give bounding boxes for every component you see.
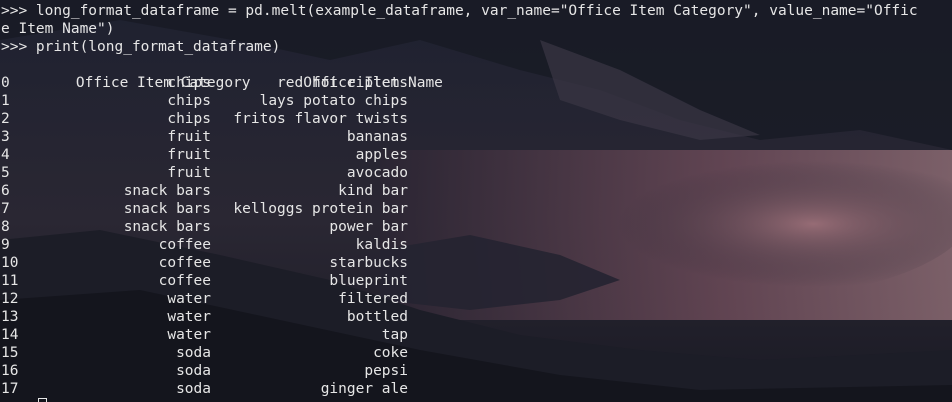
row-category: snack bars bbox=[123, 219, 211, 235]
row-index: 7 bbox=[1, 201, 10, 217]
terminal-output[interactable]: >>> long_format_dataframe = pd.melt(exam… bbox=[0, 0, 952, 402]
table-row: 17 soda ginger ale bbox=[1, 380, 408, 398]
row-index: 11 bbox=[1, 273, 19, 289]
row-name: kaldis bbox=[355, 237, 408, 253]
row-name: bananas bbox=[346, 129, 408, 145]
row-name: kelloggs protein bar bbox=[233, 201, 408, 217]
table-row: 14 water tap bbox=[1, 326, 408, 344]
row-index: 5 bbox=[1, 165, 10, 181]
row-index: 9 bbox=[1, 237, 10, 253]
row-index: 2 bbox=[1, 111, 10, 127]
table-row: 15 soda coke bbox=[1, 344, 408, 362]
row-name: lays potato chips bbox=[259, 93, 408, 109]
table-row: 6 snack bars kind bar bbox=[1, 182, 408, 200]
table-row: 4 fruit apples bbox=[1, 146, 408, 164]
row-category: coffee bbox=[158, 255, 211, 271]
row-name: blueprint bbox=[329, 273, 408, 289]
row-name: coke bbox=[373, 345, 408, 361]
command-line: >>> long_format_dataframe = pd.melt(exam… bbox=[1, 3, 918, 19]
row-category: snack bars bbox=[123, 201, 211, 217]
row-category: soda bbox=[176, 345, 211, 361]
row-name: fritos flavor twists bbox=[233, 111, 408, 127]
row-name: bottled bbox=[346, 309, 408, 325]
table-row: 5 fruit avocado bbox=[1, 164, 408, 182]
text-cursor bbox=[38, 398, 47, 402]
command-line-continuation: e Item Name") bbox=[1, 21, 115, 37]
table-row: 0 chips red hot riplets bbox=[1, 74, 408, 92]
table-row: 9 coffee kaldis bbox=[1, 236, 408, 254]
row-index: 14 bbox=[1, 327, 19, 343]
table-row: 12 water filtered bbox=[1, 290, 408, 308]
row-name: tap bbox=[381, 327, 408, 343]
table-row: 11 coffee blueprint bbox=[1, 272, 408, 290]
table-row: 13 water bottled bbox=[1, 308, 408, 326]
table-row: 8 snack bars power bar bbox=[1, 218, 408, 236]
row-name: power bar bbox=[329, 219, 408, 235]
row-index: 0 bbox=[1, 75, 10, 91]
row-category: chips bbox=[167, 111, 211, 127]
table-row: 10 coffee starbucks bbox=[1, 254, 408, 272]
row-name: apples bbox=[355, 147, 408, 163]
row-name: red hot riplets bbox=[277, 75, 408, 91]
row-index: 1 bbox=[1, 93, 10, 109]
row-category: soda bbox=[176, 381, 211, 397]
row-category: chips bbox=[167, 93, 211, 109]
table-row: 2 chips fritos flavor twists bbox=[1, 110, 408, 128]
row-name: kind bar bbox=[338, 183, 408, 199]
row-category: water bbox=[167, 291, 211, 307]
row-category: chips bbox=[167, 75, 211, 91]
row-index: 4 bbox=[1, 147, 10, 163]
row-name: avocado bbox=[346, 165, 408, 181]
table-row: 3 fruit bananas bbox=[1, 128, 408, 146]
row-category: snack bars bbox=[123, 183, 211, 199]
table-row: 16 soda pepsi bbox=[1, 362, 408, 380]
table-row: 7 snack bars kelloggs protein bar bbox=[1, 200, 408, 218]
row-name: starbucks bbox=[329, 255, 408, 271]
row-index: 15 bbox=[1, 345, 19, 361]
table-row: 1 chips lays potato chips bbox=[1, 92, 408, 110]
row-name: filtered bbox=[338, 291, 408, 307]
row-category: fruit bbox=[167, 129, 211, 145]
row-index: 17 bbox=[1, 381, 19, 397]
row-category: coffee bbox=[158, 273, 211, 289]
command-line: >>> print(long_format_dataframe) bbox=[1, 39, 281, 55]
row-index: 3 bbox=[1, 129, 10, 145]
table-header: Office Item Category Office Item Name bbox=[1, 56, 443, 91]
row-name: ginger ale bbox=[320, 381, 408, 397]
row-name: pepsi bbox=[364, 363, 408, 379]
row-category: soda bbox=[176, 363, 211, 379]
row-category: fruit bbox=[167, 165, 211, 181]
row-category: coffee bbox=[158, 237, 211, 253]
row-index: 6 bbox=[1, 183, 10, 199]
row-index: 16 bbox=[1, 363, 19, 379]
row-category: fruit bbox=[167, 147, 211, 163]
row-index: 8 bbox=[1, 219, 10, 235]
row-category: water bbox=[167, 327, 211, 343]
row-index: 12 bbox=[1, 291, 19, 307]
row-category: water bbox=[167, 309, 211, 325]
row-index: 13 bbox=[1, 309, 19, 325]
row-index: 10 bbox=[1, 255, 19, 271]
